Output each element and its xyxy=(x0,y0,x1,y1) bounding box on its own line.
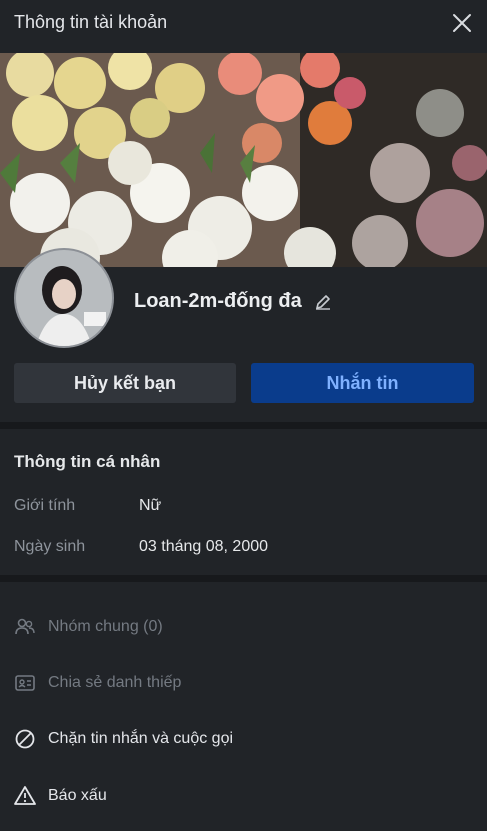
close-icon xyxy=(453,14,471,32)
contact-card-icon xyxy=(14,672,36,694)
block-label: Chặn tin nhắn và cuộc gọi xyxy=(48,730,234,747)
birthday-label: Ngày sinh xyxy=(14,538,86,555)
block-item[interactable]: Chặn tin nhắn và cuộc gọi xyxy=(14,728,233,750)
share-card-item[interactable]: Chia sẻ danh thiếp xyxy=(14,672,181,694)
common-groups-label: Nhóm chung (0) xyxy=(48,618,163,635)
personal-info-title: Thông tin cá nhân xyxy=(14,452,161,471)
header: Thông tin tài khoản xyxy=(0,0,487,46)
gender-label: Giới tính xyxy=(14,497,76,514)
panel-title: Thông tin tài khoản xyxy=(14,12,168,32)
avatar[interactable] xyxy=(14,248,114,348)
warning-icon xyxy=(14,785,36,807)
birthday-value: 03 tháng 08, 2000 xyxy=(139,538,269,555)
report-label: Báo xấu xyxy=(48,787,107,804)
share-card-label: Chia sẻ danh thiếp xyxy=(48,674,182,691)
gender-value: Nữ xyxy=(139,497,162,514)
unfriend-button[interactable]: Hủy kết bạn xyxy=(14,363,236,403)
edit-name-button[interactable] xyxy=(314,293,332,311)
profile-name: Loan-2m-đống đa xyxy=(134,290,302,312)
cover-photo[interactable] xyxy=(0,53,487,267)
cover-flowers-image xyxy=(0,53,487,267)
edit-icon xyxy=(315,294,330,310)
block-icon xyxy=(14,728,36,750)
message-button[interactable]: Nhắn tin xyxy=(251,363,474,403)
section-divider xyxy=(0,422,487,429)
close-button[interactable] xyxy=(449,10,475,36)
report-item[interactable]: Báo xấu xyxy=(14,785,107,807)
group-icon xyxy=(14,616,36,638)
common-groups-item[interactable]: Nhóm chung (0) xyxy=(14,616,163,638)
section-divider xyxy=(0,575,487,582)
avatar-image xyxy=(16,250,112,346)
profile-name-row: Loan-2m-đống đa xyxy=(134,290,332,313)
